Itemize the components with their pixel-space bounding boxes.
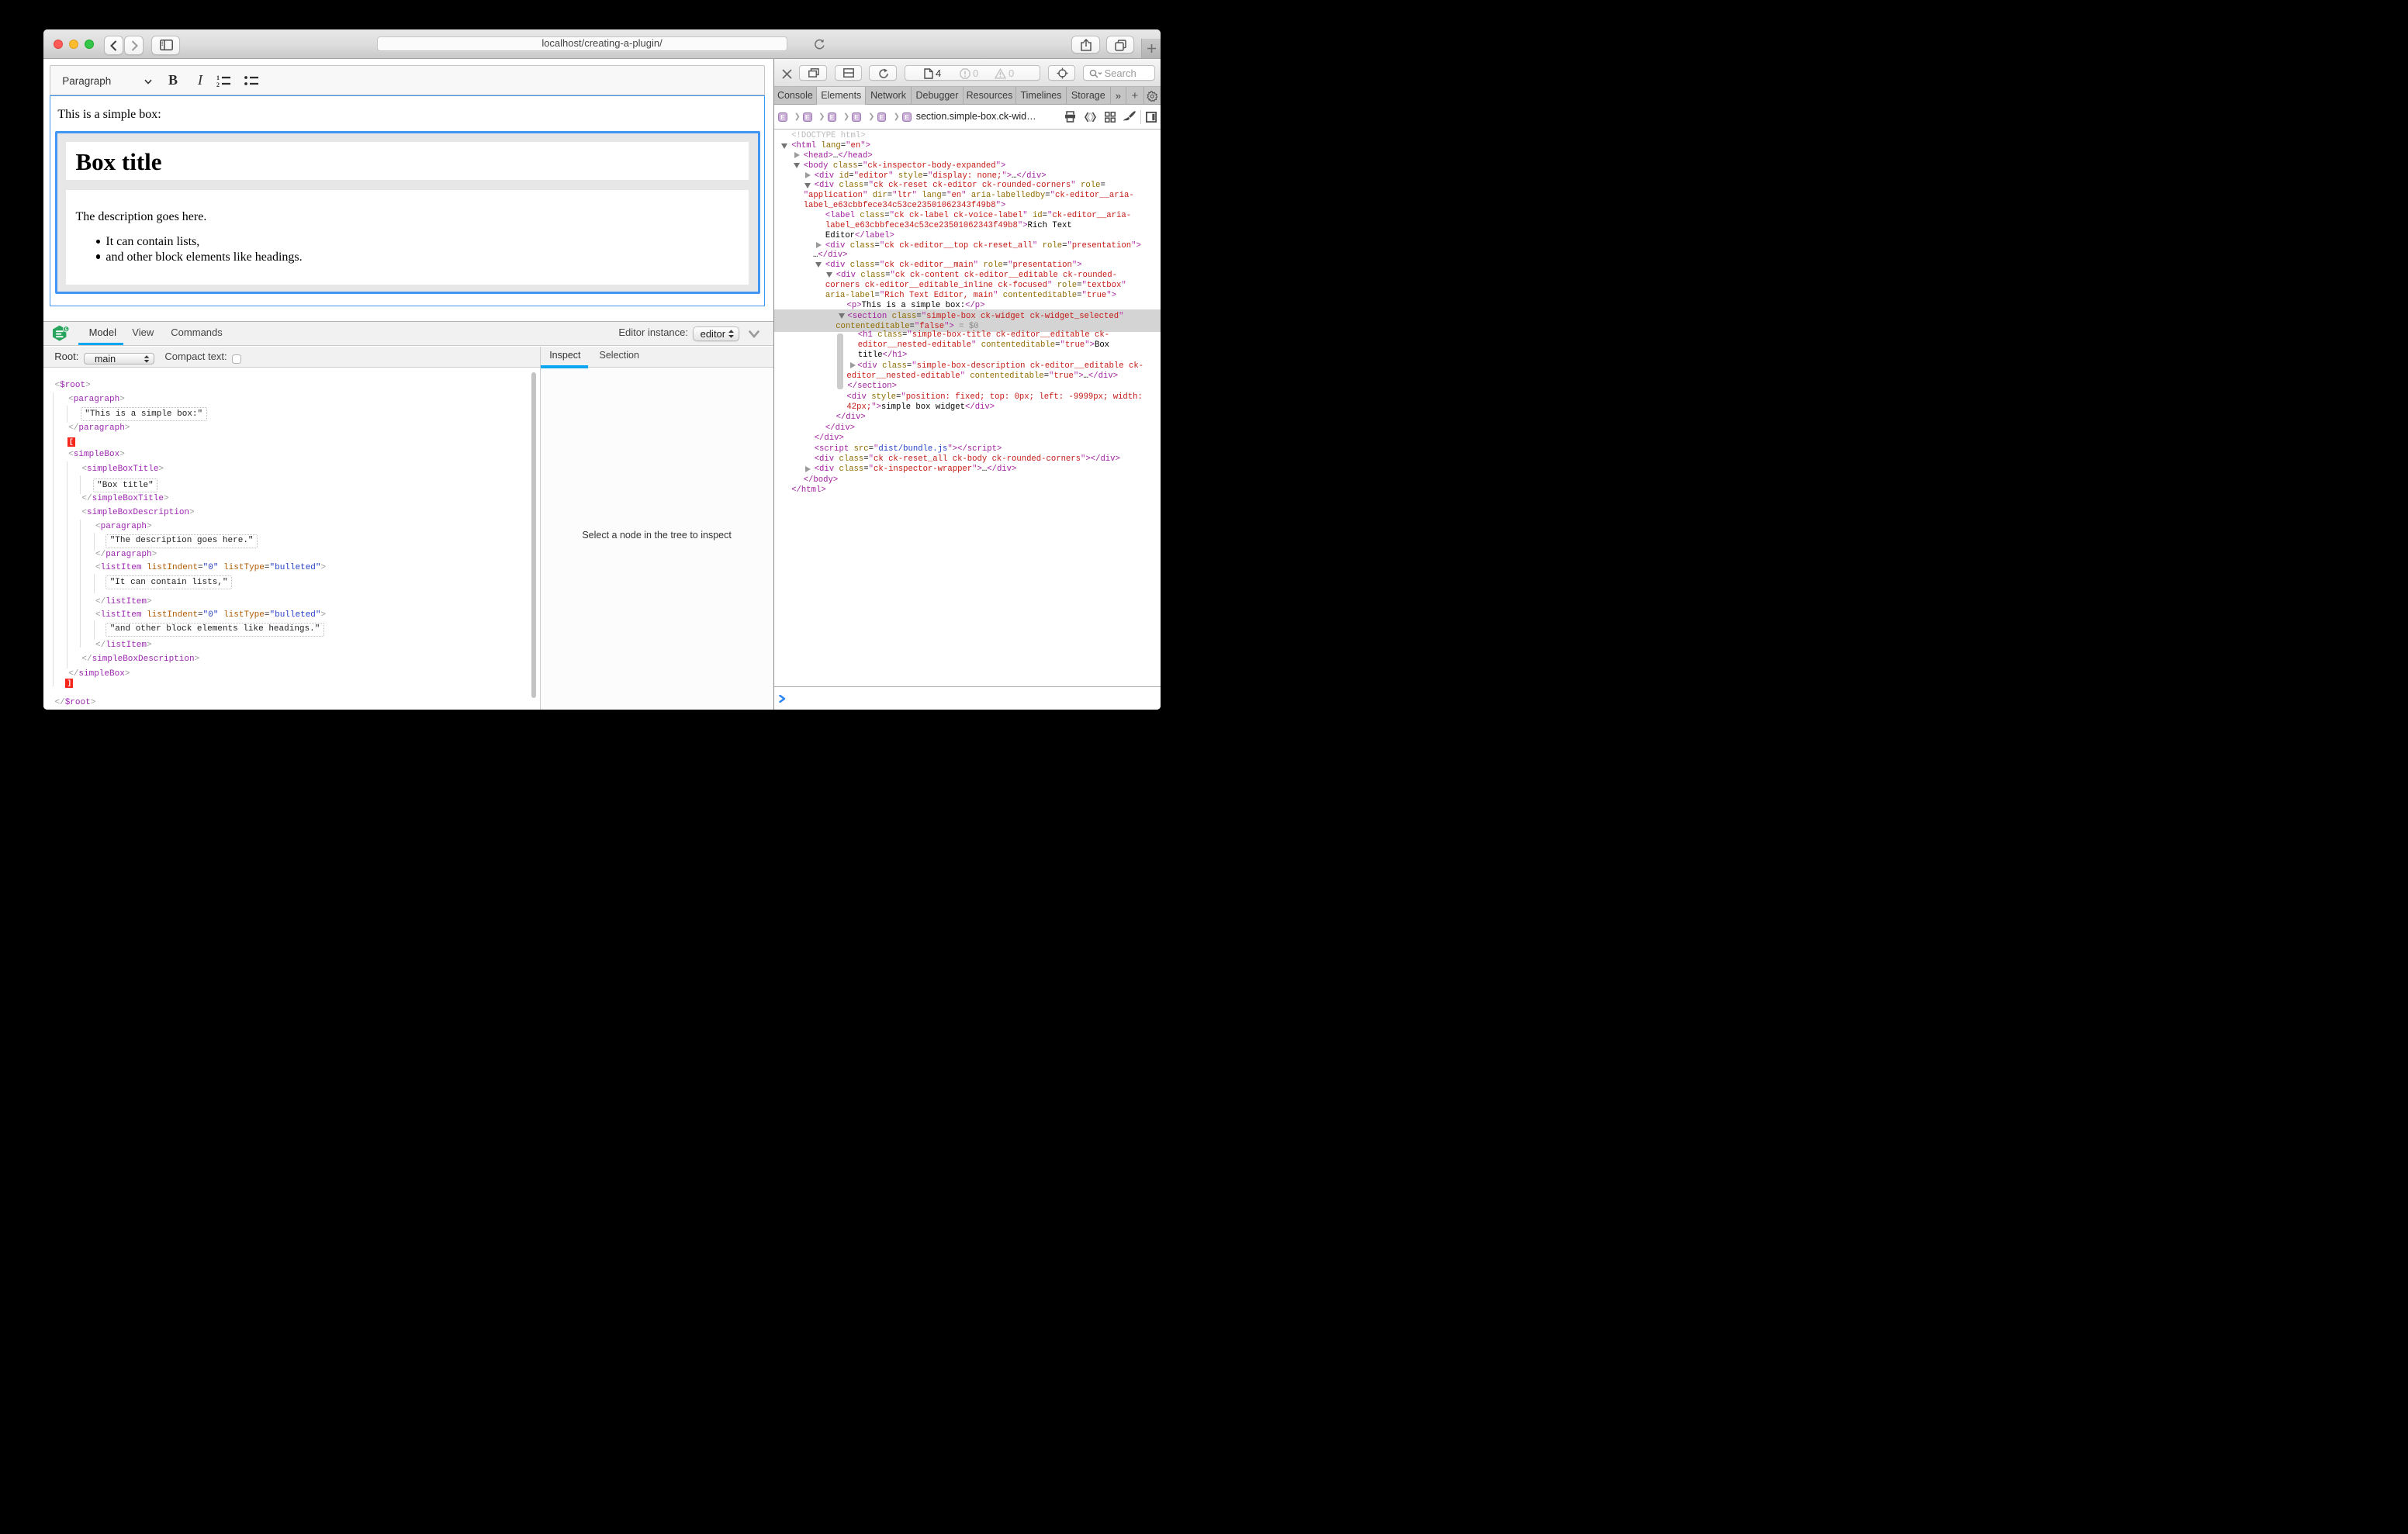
svg-text:1: 1	[216, 74, 220, 81]
svg-text:2: 2	[216, 81, 220, 87]
